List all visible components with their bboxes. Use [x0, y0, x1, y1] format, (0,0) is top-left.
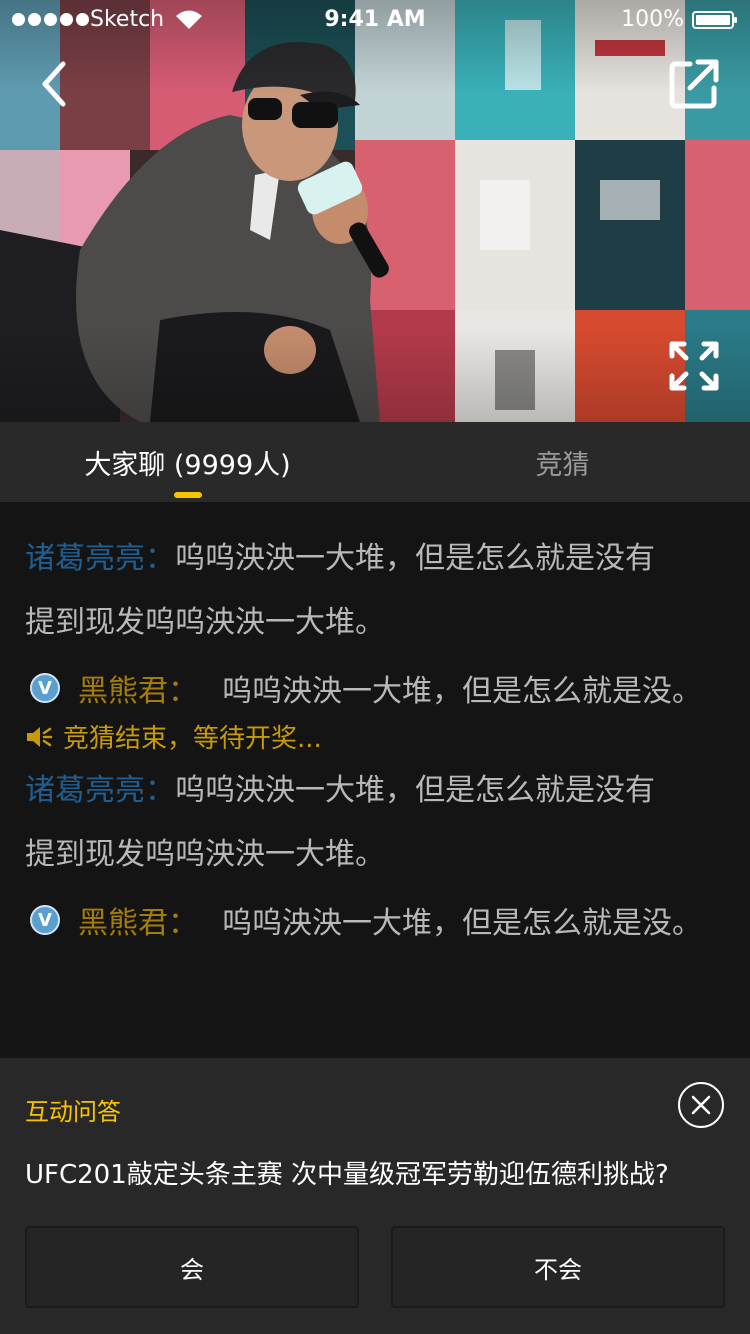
vip-badge-icon: V: [30, 905, 60, 935]
share-external-icon: [669, 59, 719, 109]
video-gradient-overlay: [0, 0, 750, 422]
notice-text: 竞猜结束，等待开奖...: [63, 724, 322, 754]
fullscreen-button[interactable]: [664, 336, 724, 396]
close-circle-icon: [691, 1095, 711, 1115]
chat-message: 诸葛亮亮：呜呜泱泱一大堆，但是怎么就是没有 提到现发呜呜泱泱一大堆。: [25, 759, 725, 887]
chat-username[interactable]: 诸葛亮亮: [25, 541, 145, 576]
chevron-left-icon: [42, 61, 66, 107]
qa-panel: 互动问答 UFC201敲定头条主赛 次中量级冠军劳勒迎伍德利挑战? 会 不会: [0, 1058, 750, 1334]
qa-close-button[interactable]: [678, 1082, 724, 1128]
qa-question: UFC201敲定头条主赛 次中量级冠军劳勒迎伍德利挑战?: [25, 1160, 669, 1190]
back-button[interactable]: [32, 56, 76, 112]
share-button[interactable]: [664, 54, 724, 114]
chat-username[interactable]: 黑熊君：: [78, 898, 198, 942]
chat-text: 呜呜泱泱一大堆，但是怎么就是没有: [175, 773, 655, 808]
chat-message-vip: V 黑熊君： 呜呜泱泱一大堆，但是怎么就是没。: [30, 896, 730, 944]
system-notice: 竞猜结束，等待开奖...: [25, 718, 322, 755]
chat-text: 呜呜泱泱一大堆，但是怎么就是没。: [222, 906, 702, 941]
vip-badge-icon: V: [30, 673, 60, 703]
answer-no-button[interactable]: 不会: [391, 1226, 725, 1308]
tab-active-indicator: [174, 492, 202, 498]
tab-guess[interactable]: 竞猜: [375, 422, 750, 502]
expand-fullscreen-icon: [669, 341, 719, 391]
chat-message-vip: V 黑熊君： 呜呜泱泱一大堆，但是怎么就是没。: [30, 664, 730, 712]
chat-message: 诸葛亮亮：呜呜泱泱一大堆，但是怎么就是没有 提到现发呜呜泱泱一大堆。: [25, 527, 725, 655]
chat-text: 呜呜泱泱一大堆，但是怎么就是没。: [222, 674, 702, 709]
chat-text-continued: 提到现发呜呜泱泱一大堆。: [25, 837, 385, 872]
tab-bar: 大家聊 (9999人) 竞猜: [0, 422, 750, 502]
chat-text: 呜呜泱泱一大堆，但是怎么就是没有: [175, 541, 655, 576]
status-bar: Sketch 9:41 AM 100%: [0, 0, 750, 40]
video-player[interactable]: Sketch 9:41 AM 100%: [0, 0, 750, 422]
qa-title: 互动问答: [25, 1098, 121, 1126]
chat-list[interactable]: 诸葛亮亮：呜呜泱泱一大堆，但是怎么就是没有 提到现发呜呜泱泱一大堆。 V 黑熊君…: [0, 502, 750, 1058]
speaker-icon: [25, 725, 53, 749]
chat-username[interactable]: 诸葛亮亮: [25, 773, 145, 808]
chat-separator: ：: [145, 773, 175, 808]
chat-separator: ：: [145, 541, 175, 576]
chat-text-continued: 提到现发呜呜泱泱一大堆。: [25, 605, 385, 640]
battery-icon: [692, 11, 737, 29]
answer-yes-button[interactable]: 会: [25, 1226, 359, 1308]
tab-chat[interactable]: 大家聊 (9999人): [0, 422, 375, 502]
chat-username[interactable]: 黑熊君：: [78, 666, 198, 710]
battery-percentage: 100%: [621, 7, 684, 32]
